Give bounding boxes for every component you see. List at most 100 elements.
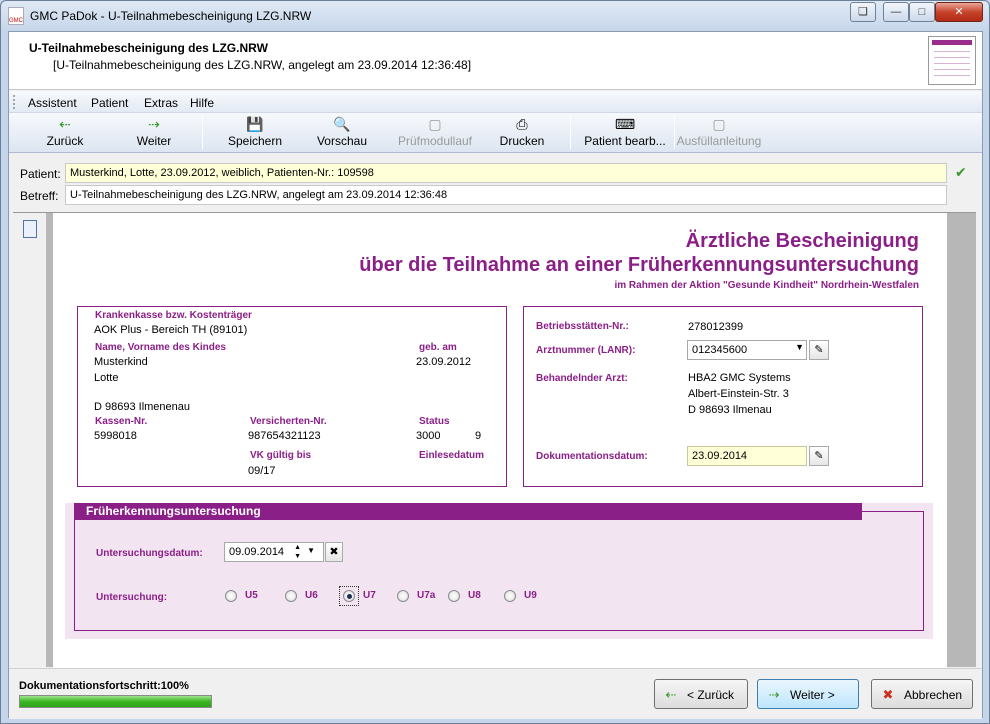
- bookmark-icon[interactable]: [23, 220, 37, 238]
- menu-hilfe[interactable]: Hilfe: [190, 96, 214, 110]
- progress-label: Dokumentationsfortschritt:100%: [19, 680, 189, 692]
- toolbar-separator: [202, 117, 203, 149]
- firstname-value: Lotte: [94, 372, 119, 384]
- lanr-label: Arztnummer (LANR):: [536, 345, 636, 356]
- chevron-down-icon[interactable]: ▼: [307, 546, 315, 555]
- lastname-value: Musterkind: [94, 356, 148, 368]
- insurer-label: Krankenkasse bzw. Kostenträger: [95, 310, 252, 321]
- exam-radio-group: U5 U6 U7 U7a U8 U9: [225, 586, 625, 609]
- instructions-icon: ▢: [712, 116, 726, 132]
- edit-pen-icon[interactable]: ✎: [809, 340, 829, 360]
- vk-value: 09/17: [248, 465, 276, 477]
- printer-icon: ⎙: [516, 116, 528, 132]
- close-button[interactable]: ✕: [935, 2, 983, 22]
- bsnr-value: 278012399: [688, 321, 744, 333]
- save-toolbar-button[interactable]: 💾 Speichern: [217, 115, 293, 151]
- minimize-button[interactable]: —: [883, 2, 909, 22]
- card-reader-icon: ⌨: [614, 116, 636, 132]
- preview-toolbar-button[interactable]: 🔍 Vorschau: [307, 115, 377, 151]
- forward-toolbar-button[interactable]: ⇢ Weiter: [124, 115, 184, 151]
- doctor-line2: Albert-Einstein-Str. 3: [688, 388, 789, 400]
- print-toolbar-button[interactable]: ⎙ Drucken: [490, 115, 554, 151]
- app-window: GMC GMC PaDok - U-Teilnahmebescheinigung…: [0, 0, 990, 724]
- save-icon: 💾: [246, 116, 264, 132]
- patient-edit-toolbar-button[interactable]: ⌨ Patient bearb...: [577, 115, 673, 151]
- exam-date-input[interactable]: 09.09.2014 ▲ ▼ ▼: [224, 542, 324, 562]
- doctor-label: Behandelnder Arzt:: [536, 373, 628, 384]
- chevron-down-icon: ▼: [795, 342, 804, 352]
- check-module-toolbar-button[interactable]: ▢ Prüfmodullauf: [387, 115, 483, 151]
- progress-bar: [19, 695, 212, 708]
- module-icon: ▢: [428, 116, 442, 132]
- name-label: Name, Vorname des Kindes: [95, 342, 226, 353]
- cancel-button[interactable]: ✖ Abbrechen: [871, 679, 973, 709]
- dob-value: 23.09.2012: [416, 356, 472, 368]
- arrow-right-icon: ⇢: [148, 116, 160, 132]
- fill-instructions-toolbar-button[interactable]: ▢ Ausfüllanleitung: [676, 115, 762, 151]
- menu-grip: [13, 95, 16, 109]
- einlese-label: Einlesedatum: [419, 450, 485, 461]
- patient-field[interactable]: Musterkind, Lotte, 23.09.2012, weiblich,…: [65, 163, 947, 183]
- maximize-button[interactable]: □: [909, 2, 935, 22]
- document-header: U-Teilnahmebescheinigung des LZG.NRW [U-…: [9, 32, 982, 90]
- menu-extras[interactable]: Extras: [144, 96, 178, 110]
- versicherten-value: 987654321123: [248, 430, 321, 442]
- exam-section-frame: Untersuchungsdatum: 09.09.2014 ▲ ▼ ▼ ✖ Un…: [74, 511, 924, 631]
- insurance-box: Krankenkasse bzw. Kostenträger AOK Plus …: [77, 306, 507, 487]
- checkmark-icon: ✔: [955, 164, 967, 180]
- versicherten-label: Versicherten-Nr.: [250, 416, 327, 427]
- exam-label: Untersuchung:: [96, 592, 168, 603]
- spin-updown-icon[interactable]: ▲ ▼: [294, 543, 301, 561]
- kassen-label: Kassen-Nr.: [95, 416, 148, 427]
- subject-row: Betreff: U-Teilnahmebescheinigung des LZ…: [9, 185, 982, 207]
- practice-box: Betriebsstätten-Nr.: 278012399 Arztnumme…: [523, 306, 923, 487]
- bsnr-label: Betriebsstätten-Nr.:: [536, 321, 629, 332]
- form-page: Ärztliche Bescheinigung über die Teilnah…: [53, 213, 947, 668]
- form-thumbnail-icon: [928, 36, 976, 85]
- patient-label: Patient:: [20, 167, 61, 181]
- exam-date-label: Untersuchungsdatum:: [96, 548, 203, 559]
- preview-magnifier-icon: 🔍: [333, 116, 351, 132]
- status-bar: Dokumentationsfortschritt:100% ⇠ < Zurüc…: [9, 668, 982, 719]
- side-strip: [13, 213, 47, 667]
- toolbar-separator: [674, 117, 675, 149]
- exam-section-title: Früherkennungsuntersuchung: [74, 503, 862, 520]
- menu-bar: Assistent Patient Extras Hilfe: [9, 91, 982, 113]
- cancel-x-icon: ✖: [882, 687, 894, 702]
- doctor-line1: HBA2 GMC Systems: [688, 372, 791, 384]
- document-area: Ärztliche Bescheinigung über die Teilnah…: [13, 212, 976, 668]
- exam-section: Untersuchungsdatum: 09.09.2014 ▲ ▼ ▼ ✖ Un…: [65, 503, 933, 639]
- arrow-right-icon: ⇢: [768, 687, 780, 702]
- menu-assistent[interactable]: Assistent: [28, 96, 77, 110]
- back-toolbar-button[interactable]: ⇠ Zurück: [35, 115, 95, 151]
- form-title: Ärztliche Bescheinigung über die Teilnah…: [359, 230, 919, 276]
- doctor-line3: D 98693 Ilmenau: [688, 404, 772, 416]
- toolbar-separator: [570, 117, 571, 149]
- menu-patient[interactable]: Patient: [91, 96, 128, 110]
- progress-fill: [20, 696, 211, 707]
- docdate-input[interactable]: 23.09.2014: [687, 446, 807, 466]
- arrow-left-icon: ⇠: [665, 687, 677, 702]
- restore-icon[interactable]: ❏: [850, 2, 876, 22]
- edit-pen-icon[interactable]: ✎: [809, 446, 829, 466]
- back-button[interactable]: ⇠ < Zurück: [654, 679, 748, 709]
- title-bar[interactable]: GMC GMC PaDok - U-Teilnahmebescheinigung…: [1, 1, 989, 31]
- vk-label: VK gültig bis: [250, 450, 312, 461]
- address-value: D 98693 Ilmenenau: [94, 401, 191, 413]
- subject-field[interactable]: U-Teilnahmebescheinigung des LZG.NRW, an…: [65, 185, 947, 205]
- lanr-dropdown[interactable]: 012345600 ▼: [687, 340, 807, 360]
- page-title: U-Teilnahmebescheinigung des LZG.NRW: [29, 41, 268, 55]
- clear-x-icon[interactable]: ✖: [325, 542, 343, 562]
- status-extra-value: 9: [475, 430, 482, 442]
- next-button[interactable]: ⇢ Weiter >: [757, 679, 859, 709]
- toolbar: ⇠ Zurück ⇢ Weiter 💾 Speichern 🔍 Vorschau…: [9, 113, 982, 153]
- insurer-value: AOK Plus - Bereich TH (89101): [94, 324, 248, 336]
- kassen-value: 5998018: [94, 430, 137, 442]
- app-icon: GMC: [8, 7, 24, 25]
- dob-label: geb. am: [419, 342, 457, 353]
- status-value: 3000: [416, 430, 441, 442]
- arrow-left-icon: ⇠: [59, 116, 71, 132]
- form-subtitle: im Rahmen der Aktion "Gesunde Kindheit" …: [614, 280, 919, 291]
- docdate-label: Dokumentationsdatum:: [536, 451, 648, 462]
- page-subtitle: [U-Teilnahmebescheinigung des LZG.NRW, a…: [53, 58, 472, 72]
